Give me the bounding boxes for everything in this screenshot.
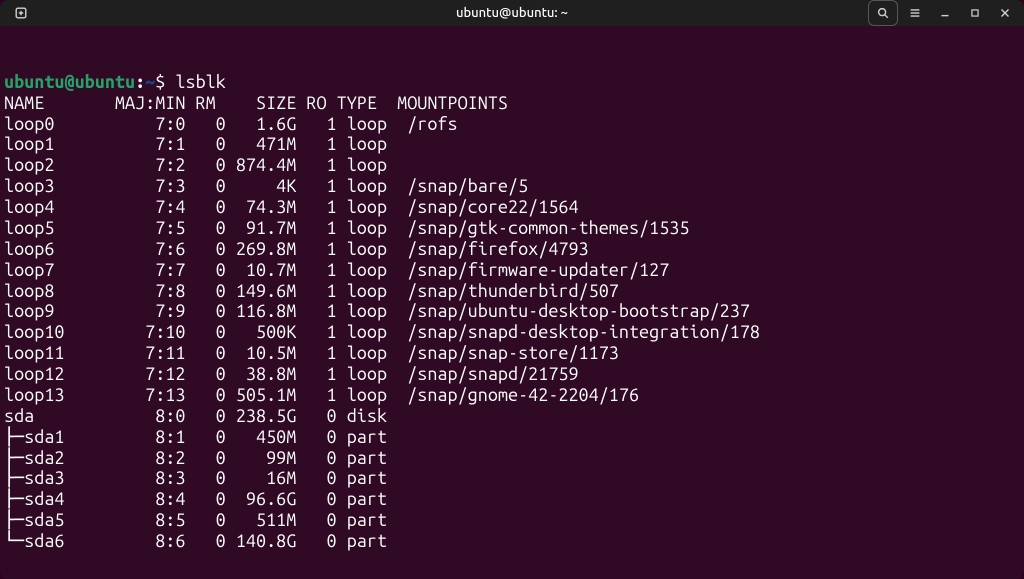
terminal-viewport[interactable]: ubuntu@ubuntu:~$ lsblk NAME MAJ:MIN RM S… [0,26,1024,579]
titlebar: ubuntu@ubuntu: ~ [0,0,1024,26]
maximize-button[interactable] [962,0,988,26]
hamburger-menu-button[interactable] [902,0,928,26]
minimize-button[interactable] [932,0,958,26]
close-button[interactable] [992,0,1018,26]
terminal-window: ubuntu@ubuntu: ~ [0,0,1024,579]
new-tab-button[interactable] [8,0,34,26]
search-button[interactable] [868,0,898,26]
terminal-output: ubuntu@ubuntu:~$ lsblk NAME MAJ:MIN RM S… [4,72,1020,552]
